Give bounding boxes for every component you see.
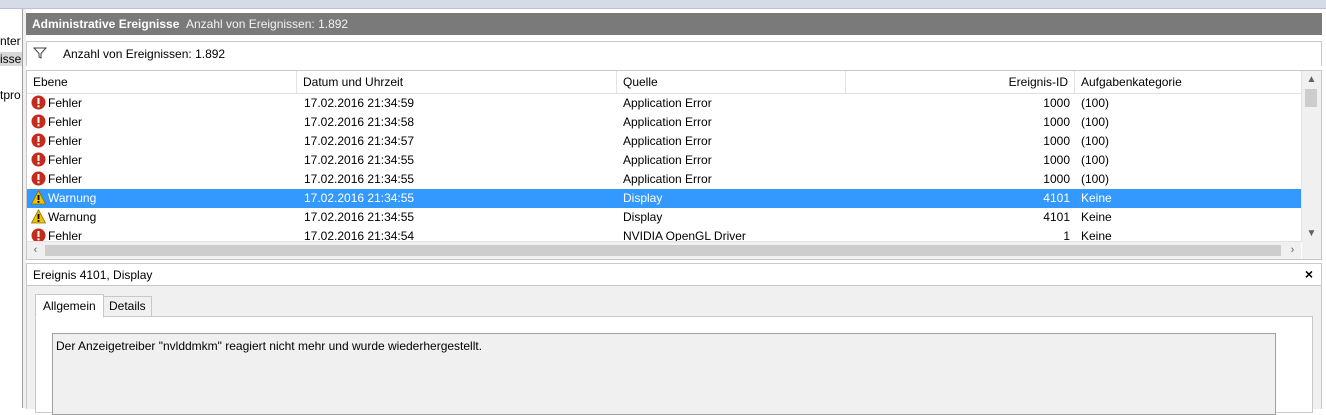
cell-level: Warnung [31,189,291,208]
error-icon [31,133,48,148]
view-title: Administrative Ereignisse [32,17,180,31]
level-text: Warnung [48,210,97,224]
window-top-edge [0,0,1326,9]
cell-datetime: 17.02.2016 21:34:57 [304,134,415,148]
scroll-up-icon[interactable]: ▲ [1302,71,1321,88]
column-header-datetime[interactable]: Datum und Uhrzeit [297,71,617,93]
error-icon [31,114,48,129]
error-icon [31,171,48,186]
table-body: Fehler 17.02.2016 21:34:59 Application Err… [27,94,1301,242]
tab-general[interactable]: Allgemein [35,294,104,318]
cell-source: Application Error [623,134,712,148]
warning-icon [31,190,48,205]
filter-bar: Anzahl von Ereignissen: 1.892 [26,41,1322,66]
cell-source: Application Error [623,115,712,129]
cell-source: NVIDIA OpenGL Driver [623,229,746,242]
level-text: Fehler [48,153,83,167]
cell-event-id: 4101 [1043,210,1070,224]
cell-event-id: 1000 [1043,153,1070,167]
cell-level: Fehler [31,151,291,170]
cell-task-category: Keine [1081,191,1112,205]
error-icon [31,95,48,110]
horizontal-scroll-thumb[interactable] [45,245,1281,256]
tree-item-fragment-selected[interactable]: isse [0,52,22,66]
table-row[interactable]: Fehler 17.02.2016 21:34:59 Application Err… [27,94,1301,113]
cell-event-id: 1000 [1043,115,1070,129]
cell-task-category: (100) [1081,96,1110,110]
level-text: Fehler [48,96,83,110]
error-icon [31,152,48,167]
level-text: Fehler [48,134,83,148]
column-header-source[interactable]: Quelle [617,71,846,93]
view-event-count: Anzahl von Ereignissen: 1.892 [186,17,349,31]
vertical-scroll-thumb[interactable] [1305,89,1317,107]
cell-task-category: (100) [1081,115,1110,129]
level-text: Fehler [48,172,83,186]
cell-event-id: 1 [1063,229,1070,242]
filter-count-text: Anzahl von Ereignissen: 1.892 [63,47,226,61]
scroll-down-icon[interactable]: ▼ [1302,225,1321,242]
cell-datetime: 17.02.2016 21:34:59 [304,96,415,110]
cell-level: Warnung [31,208,291,227]
cell-event-id: 1000 [1043,134,1070,148]
detail-header: Ereignis 4101, Display × [27,264,1321,286]
cell-level: Fehler [31,170,291,189]
table-row[interactable]: Fehler 17.02.2016 21:34:55 Application Err… [27,151,1301,170]
table-header: Ebene Datum und Uhrzeit Quelle Ereignis-… [27,71,1301,94]
scrollbar-corner [1302,242,1321,259]
close-icon[interactable]: × [1305,266,1313,282]
cell-task-category: (100) [1081,134,1110,148]
event-message-box[interactable]: Der Anzeigetreiber "nvlddmkm" reagiert n… [52,333,1276,415]
scroll-left-icon[interactable]: ‹ [27,242,44,259]
cell-datetime: 17.02.2016 21:34:58 [304,115,415,129]
events-table: Ebene Datum und Uhrzeit Quelle Ereignis-… [26,70,1322,260]
vertical-scrollbar[interactable]: ▲ ▼ [1301,71,1321,242]
level-text: Warnung [48,191,97,205]
navigation-tree: nter isse tpro [0,9,23,408]
event-message-text: Der Anzeigetreiber "nvlddmkm" reagiert n… [56,339,483,353]
cell-event-id: 1000 [1043,172,1070,186]
cell-level: Fehler [31,94,291,113]
cell-source: Application Error [623,172,712,186]
cell-task-category: Keine [1081,210,1112,224]
cell-source: Display [623,191,663,205]
cell-source: Application Error [623,96,712,110]
table-row[interactable]: Fehler 17.02.2016 21:34:58 Application Err… [27,113,1301,132]
cell-source: Display [623,210,663,224]
cell-datetime: 17.02.2016 21:34:54 [304,229,415,242]
cell-datetime: 17.02.2016 21:34:55 [304,191,415,205]
table-row[interactable]: Fehler 17.02.2016 21:34:54 NVIDIA OpenGL D… [27,227,1301,242]
horizontal-scrollbar[interactable]: ‹ › [27,241,1301,259]
table-row[interactable]: Warnung 17.02.2016 21:34:55 Display 4101 Kei… [27,189,1301,208]
cell-task-category: (100) [1081,172,1110,186]
view-title-bar: Administrative Ereignisse Anzahl von Ere… [26,13,1322,35]
table-row[interactable]: Warnung 17.02.2016 21:34:55 Display 4101 Kei… [27,208,1301,227]
cell-level: Fehler [31,113,291,132]
cell-level: Fehler [31,132,291,151]
warning-icon [31,209,48,224]
cell-task-category: Keine [1081,229,1112,242]
cell-event-id: 4101 [1043,191,1070,205]
column-header-task-category[interactable]: Aufgabenkategorie [1075,71,1301,93]
event-detail-pane: Ereignis 4101, Display × Allgemein Detai… [26,263,1322,415]
cell-source: Application Error [623,153,712,167]
table-row[interactable]: Fehler 17.02.2016 21:34:55 Application Err… [27,170,1301,189]
level-text: Fehler [48,115,83,129]
tab-details[interactable]: Details [103,296,152,317]
general-tab-panel: Der Anzeigetreiber "nvlddmkm" reagiert n… [35,316,1313,415]
cell-task-category: (100) [1081,153,1110,167]
cell-level: Fehler [31,227,291,242]
cell-datetime: 17.02.2016 21:34:55 [304,210,415,224]
table-row[interactable]: Fehler 17.02.2016 21:34:57 Application Err… [27,132,1301,151]
scroll-right-icon[interactable]: › [1284,242,1301,259]
cell-datetime: 17.02.2016 21:34:55 [304,153,415,167]
detail-title: Ereignis 4101, Display [33,268,153,282]
tree-item-fragment[interactable]: nter [0,34,21,48]
column-header-level[interactable]: Ebene [27,71,297,93]
cell-datetime: 17.02.2016 21:34:55 [304,172,415,186]
column-header-event-id[interactable]: Ereignis-ID [846,71,1075,93]
cell-event-id: 1000 [1043,96,1070,110]
funnel-filter-icon[interactable] [33,46,47,60]
tree-item-fragment[interactable]: tpro [0,88,21,102]
